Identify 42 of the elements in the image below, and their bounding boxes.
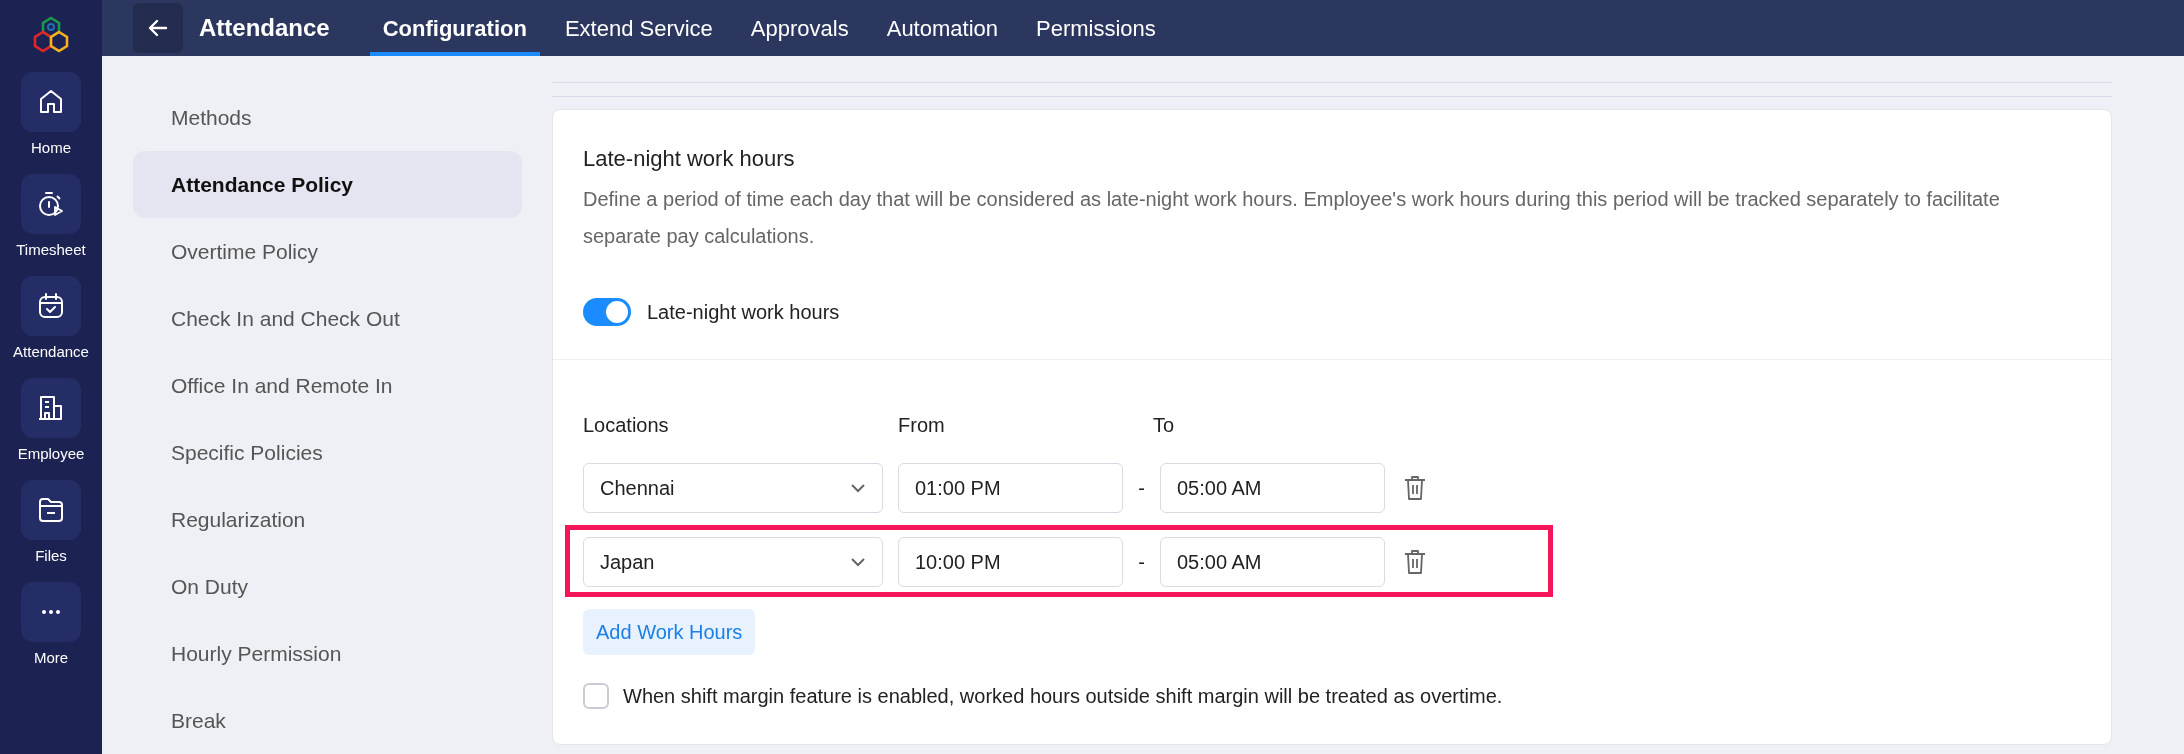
range-separator: -: [1137, 550, 1146, 575]
menu-item[interactable]: Specific Policies: [133, 419, 522, 486]
nav-tab[interactable]: Extend Service: [551, 0, 726, 56]
nav-tab[interactable]: Permissions: [1023, 0, 1169, 56]
page-title: Attendance: [199, 13, 330, 43]
time-field[interactable]: 05:00 AM: [1160, 463, 1385, 513]
location-dropdown[interactable]: Chennai: [583, 463, 883, 513]
menu-item[interactable]: Attendance Policy: [133, 151, 522, 218]
back-button[interactable]: [133, 3, 183, 53]
location-dropdown[interactable]: Japan: [583, 537, 883, 587]
time-field[interactable]: 05:00 AM: [1160, 537, 1385, 587]
add-work-hours-button[interactable]: Add Work Hours: [583, 609, 756, 655]
more-icon: [40, 609, 62, 615]
time-field[interactable]: 01:00 PM: [898, 463, 1123, 513]
delete-icon[interactable]: [1403, 475, 1427, 501]
nav-tab[interactable]: Automation: [873, 0, 1011, 56]
arrow-left-icon: [147, 17, 169, 39]
menu-item[interactable]: On Duty: [133, 553, 522, 620]
logo-icon: [31, 14, 71, 54]
menu-item[interactable]: Overtime Policy: [133, 218, 522, 285]
toggle-label: Late-night work hours: [647, 300, 840, 325]
column-header: To: [1153, 413, 1176, 438]
menu-item[interactable]: Break: [133, 687, 522, 754]
toggle-switch[interactable]: [583, 298, 631, 326]
chevron-down-icon: [850, 483, 866, 493]
delete-icon[interactable]: [1403, 549, 1427, 575]
menu-item[interactable]: Office In and Remote In: [133, 352, 522, 419]
menu-item[interactable]: Hourly Permission: [133, 620, 522, 687]
menu-item[interactable]: Check In and Check Out: [133, 285, 522, 352]
nav-tab[interactable]: Approvals: [737, 0, 862, 56]
chevron-down-icon: [850, 557, 866, 567]
nav-tab[interactable]: Configuration: [369, 0, 540, 56]
time-field[interactable]: 10:00 PM: [898, 537, 1123, 587]
column-header: Locations: [583, 413, 670, 438]
menu-item[interactable]: Regularization: [133, 486, 522, 553]
section-title: Late-night work hours: [583, 145, 796, 173]
column-header: From: [898, 413, 946, 438]
checkbox[interactable]: [583, 683, 609, 709]
range-separator: -: [1137, 476, 1146, 501]
section-description: Define a period of time each day that will be considered as late-night work hours. Employee's work hours during this period will be tracked separately to facilitate separate pay calculations.: [583, 187, 2001, 249]
menu-item[interactable]: Methods: [133, 84, 522, 151]
checkbox-label: When shift margin feature is enabled, worked hours outside shift margin will be treated as overtime.: [623, 684, 1503, 709]
